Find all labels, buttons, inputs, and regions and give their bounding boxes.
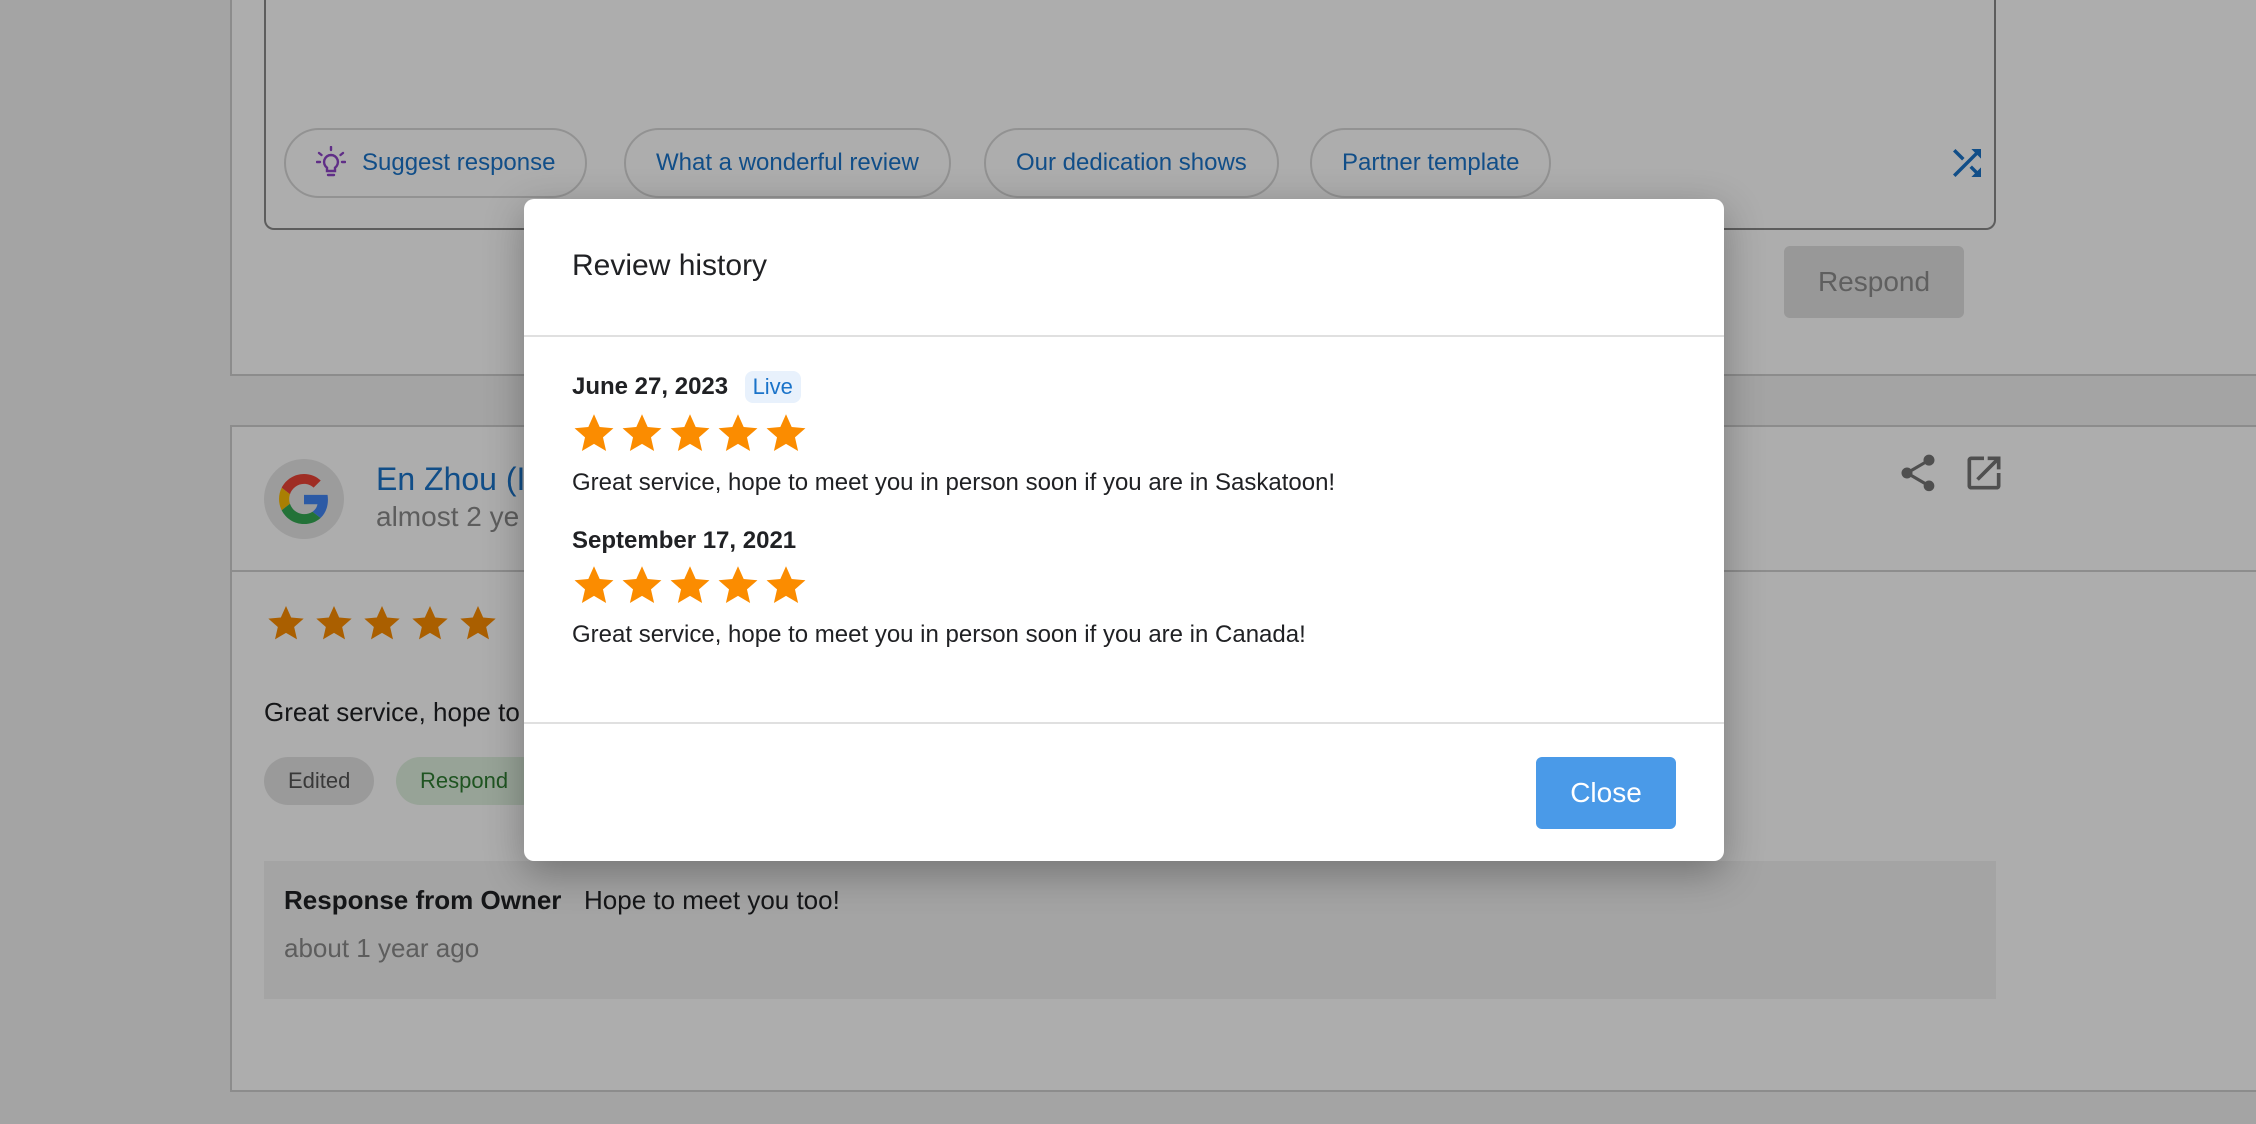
entry-rating: [572, 411, 1335, 455]
divider: [524, 722, 1724, 724]
star-icon: [670, 414, 710, 451]
star-icon: [622, 566, 662, 603]
star-icon: [718, 566, 758, 603]
entry-text: Great service, hope to meet you in perso…: [572, 621, 1306, 648]
star-icon: [574, 566, 614, 603]
page: Suggest response What a wonderful review…: [0, 0, 2256, 1124]
entry-text: Great service, hope to meet you in perso…: [572, 469, 1336, 496]
star-icon: [670, 566, 710, 603]
star-icon: [622, 414, 662, 451]
history-entry: September 17, 2021 Great service, hope t…: [572, 527, 1306, 649]
star-icon: [766, 414, 806, 451]
history-entry: June 27, 2023 Live Great service, hope t…: [572, 371, 1335, 497]
star-icon: [718, 414, 758, 451]
review-history-dialog: Review history June 27, 2023 Live Great …: [524, 199, 1724, 861]
dialog-title: Review history: [572, 249, 768, 282]
close-button[interactable]: Close: [1536, 757, 1676, 829]
star-icon: [766, 566, 806, 603]
divider: [524, 335, 1724, 337]
entry-date: June 27, 2023: [572, 373, 729, 400]
live-badge: Live: [744, 371, 801, 403]
entry-rating: [572, 563, 1306, 607]
entry-date: September 17, 2021: [572, 527, 797, 554]
star-icon: [574, 414, 614, 451]
